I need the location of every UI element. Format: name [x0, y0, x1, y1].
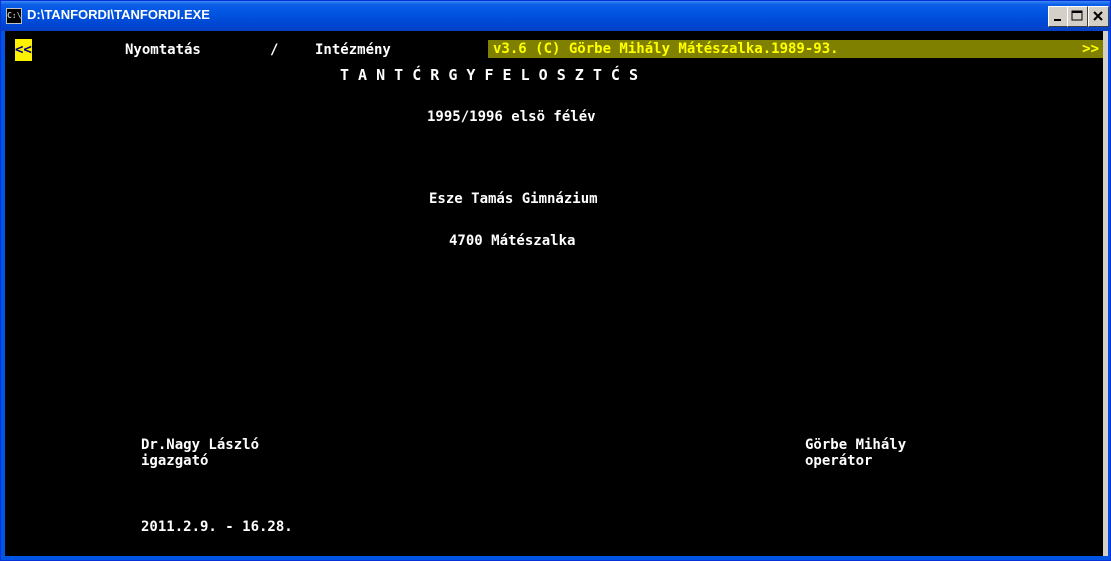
scrollbar[interactable] — [1103, 31, 1108, 556]
menu-item-intezmeny[interactable]: Intézmény — [315, 39, 391, 61]
datetime-label: 2011.2.9. - 16.28. — [141, 519, 293, 535]
console-window: C:\ D:\TANFORDI\TANFORDI.EXE << Nyomtatá… — [0, 0, 1111, 561]
maximize-icon — [1071, 10, 1083, 21]
close-icon — [1093, 11, 1103, 21]
window-title: D:\TANFORDI\TANFORDI.EXE — [27, 7, 210, 22]
title-bar[interactable]: C:\ D:\TANFORDI\TANFORDI.EXE — [1, 1, 1110, 31]
version-label: v3.6 (C) Görbe Mihály Mátészalka.1989-93… — [493, 41, 839, 57]
principal-name: Dr.Nagy László — [141, 437, 260, 453]
menu-bar: << Nyomtatás / Intézmény v3.6 (C) Görbe … — [5, 39, 1103, 61]
institution-name: Esze Tamás Gimnázium — [429, 191, 598, 207]
report-title: T A N T Ć R G Y F E L O S Z T Ć S — [340, 66, 639, 84]
minimize-button[interactable] — [1048, 6, 1069, 27]
menu-item-nyomtatas[interactable]: Nyomtatás — [125, 39, 201, 61]
operator-role: operátor — [805, 453, 873, 469]
minimize-icon — [1054, 19, 1061, 21]
principal-role: igazgató — [141, 453, 209, 469]
console-window-icon[interactable]: C:\ — [6, 8, 22, 24]
forward-button[interactable]: >> — [1082, 40, 1099, 58]
close-button[interactable] — [1088, 6, 1109, 27]
semester-label: 1995/1996 elsö félév — [427, 109, 596, 125]
back-button[interactable]: << — [15, 39, 32, 61]
version-banner: v3.6 (C) Görbe Mihály Mátészalka.1989-93… — [488, 40, 1103, 58]
console-area[interactable]: << Nyomtatás / Intézmény v3.6 (C) Görbe … — [5, 31, 1103, 556]
city-label: 4700 Mátészalka — [449, 233, 576, 249]
operator-name: Görbe Mihály — [805, 437, 907, 453]
maximize-button[interactable] — [1067, 6, 1088, 27]
back-label: << — [15, 42, 32, 58]
menu-separator: / — [270, 42, 279, 58]
